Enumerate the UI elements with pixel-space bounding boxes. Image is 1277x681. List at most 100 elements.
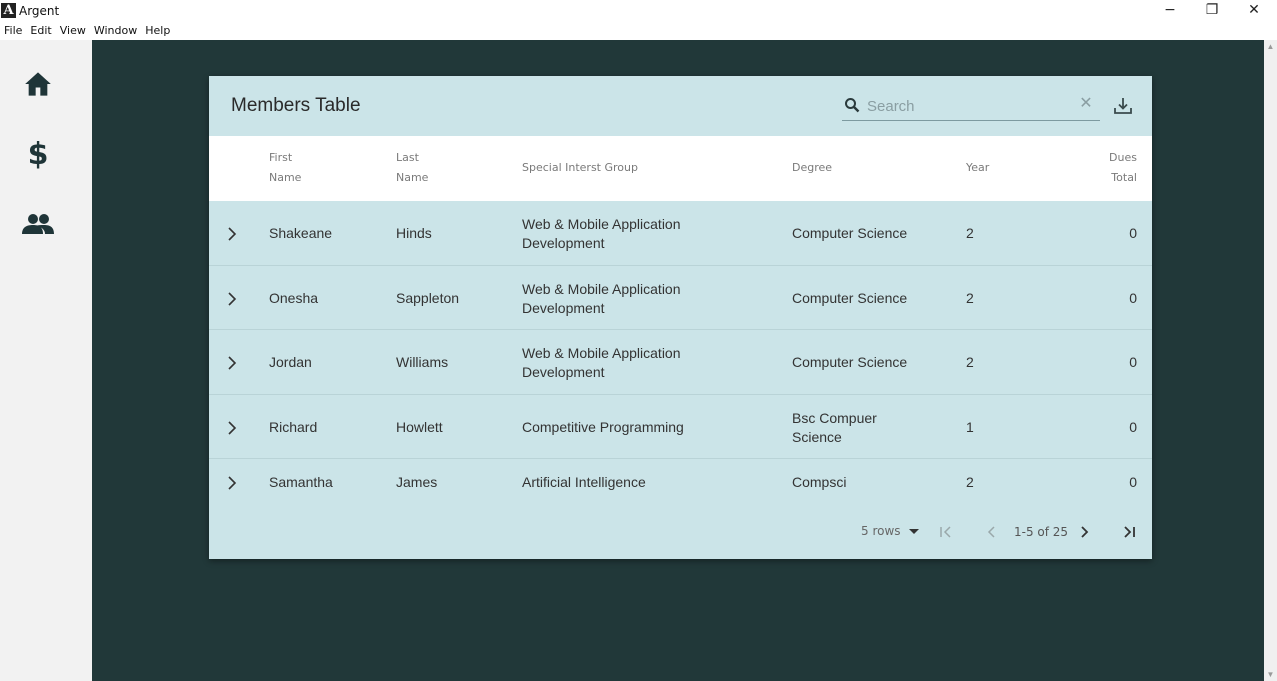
table-row[interactable]: Samantha James Artificial Intelligence C… bbox=[209, 460, 1152, 512]
scroll-up-arrow-icon[interactable]: ▲ bbox=[1264, 42, 1277, 51]
cell-year: 2 bbox=[966, 290, 974, 306]
pagination-bar: 5 rows 1-5 of 25 bbox=[209, 512, 1152, 552]
download-icon[interactable] bbox=[1112, 95, 1134, 117]
vertical-scrollbar[interactable]: ▲ ▼ bbox=[1264, 40, 1277, 681]
chevron-right-icon[interactable] bbox=[224, 420, 240, 436]
first-page-button[interactable] bbox=[934, 520, 958, 544]
cell-text: Science bbox=[792, 429, 842, 445]
cell-text: Web & Mobile Application bbox=[522, 281, 681, 297]
cell-year: 2 bbox=[966, 225, 974, 241]
cell-text: Bsc Compuer bbox=[792, 410, 877, 426]
chevron-left-icon bbox=[987, 526, 995, 538]
col-header-last-name[interactable]: Last Name bbox=[396, 148, 428, 188]
cell-degree: Compsci bbox=[792, 474, 847, 490]
cell-last-name: Williams bbox=[396, 354, 449, 370]
cell-last-name: James bbox=[396, 474, 438, 490]
caret-down-icon bbox=[908, 529, 919, 534]
members-table-card: Members Table ✕ First Name Last Name Spe… bbox=[209, 76, 1152, 559]
cell-last-name: Hinds bbox=[396, 225, 432, 241]
cell-sig: Web & Mobile Application Development bbox=[522, 215, 681, 253]
menu-window[interactable]: Window bbox=[90, 22, 141, 40]
chevron-right-icon[interactable] bbox=[224, 475, 240, 491]
chevron-right-icon[interactable] bbox=[224, 291, 240, 307]
menu-help[interactable]: Help bbox=[141, 22, 174, 40]
cell-dues-total: 0 bbox=[1129, 354, 1137, 370]
cell-degree: Bsc Compuer Science bbox=[792, 409, 877, 447]
col-header-dues-total[interactable]: Dues Total bbox=[1109, 148, 1137, 188]
cell-text: Web & Mobile Application bbox=[522, 345, 681, 361]
table-row[interactable]: Jordan Williams Web & Mobile Application… bbox=[209, 331, 1152, 395]
menu-edit[interactable]: Edit bbox=[26, 22, 55, 40]
cell-text: Web & Mobile Application bbox=[522, 216, 681, 232]
col-header-text: Last bbox=[396, 151, 419, 164]
cell-degree: Computer Science bbox=[792, 354, 908, 370]
cell-text: Development bbox=[522, 235, 605, 251]
first-page-icon bbox=[940, 526, 951, 538]
menu-bar: File Edit View Window Help bbox=[0, 22, 174, 40]
menu-view[interactable]: View bbox=[56, 22, 90, 40]
col-header-text: Name bbox=[396, 171, 429, 184]
cell-text: Development bbox=[522, 300, 605, 316]
table-title: Members Table bbox=[231, 95, 361, 116]
table-header: First Name Last Name Special Interst Gro… bbox=[209, 136, 1152, 201]
search-icon bbox=[845, 98, 860, 113]
col-header-degree[interactable]: Degree bbox=[792, 158, 832, 178]
chevron-right-icon[interactable] bbox=[224, 355, 240, 371]
search-box: ✕ bbox=[842, 93, 1100, 121]
chevron-right-icon bbox=[1081, 526, 1089, 538]
cell-dues-total: 0 bbox=[1129, 290, 1137, 306]
table-row[interactable]: Shakeane Hinds Web & Mobile Application … bbox=[209, 202, 1152, 266]
maximize-button[interactable]: ❐ bbox=[1192, 0, 1232, 22]
col-header-text: Name bbox=[269, 171, 302, 184]
col-header-sig[interactable]: Special Interst Group bbox=[522, 158, 638, 178]
scroll-down-arrow-icon[interactable]: ▼ bbox=[1264, 670, 1277, 679]
clear-search-icon[interactable]: ✕ bbox=[1078, 96, 1094, 112]
home-icon bbox=[25, 72, 51, 96]
col-header-text: Total bbox=[1111, 171, 1137, 184]
page-range-text: 1-5 of 25 bbox=[1014, 525, 1069, 539]
cell-sig: Competitive Programming bbox=[522, 419, 684, 435]
nav-members-button[interactable] bbox=[18, 204, 58, 244]
cell-sig: Web & Mobile Application Development bbox=[522, 280, 681, 318]
cell-first-name: Shakeane bbox=[269, 225, 333, 241]
dollar-icon: $ bbox=[27, 136, 49, 172]
cell-degree: Computer Science bbox=[792, 290, 908, 306]
cell-dues-total: 0 bbox=[1129, 474, 1137, 490]
cell-year: 2 bbox=[966, 474, 974, 490]
cell-first-name: Jordan bbox=[269, 354, 312, 370]
window-title: Argent bbox=[19, 4, 60, 18]
cell-year: 1 bbox=[966, 419, 974, 435]
cell-text: Development bbox=[522, 364, 605, 380]
col-header-year[interactable]: Year bbox=[966, 158, 989, 178]
cell-dues-total: 0 bbox=[1129, 225, 1137, 241]
last-page-button[interactable] bbox=[1117, 520, 1141, 544]
close-window-button[interactable]: ✕ bbox=[1234, 0, 1274, 22]
title-bar: A Argent − ❐ ✕ bbox=[0, 0, 1277, 22]
table-row[interactable]: Richard Howlett Competitive Programming … bbox=[209, 395, 1152, 459]
table-row[interactable]: Onesha Sappleton Web & Mobile Applicatio… bbox=[209, 266, 1152, 330]
cell-last-name: Sappleton bbox=[396, 290, 460, 306]
rows-per-page-select[interactable]: 5 rows bbox=[861, 524, 919, 538]
cell-dues-total: 0 bbox=[1129, 419, 1137, 435]
nav-dues-button[interactable]: $ bbox=[18, 134, 58, 174]
previous-page-button[interactable] bbox=[980, 520, 1004, 544]
minimize-button[interactable]: − bbox=[1150, 0, 1190, 22]
app-logo: A bbox=[1, 3, 16, 18]
menu-file[interactable]: File bbox=[0, 22, 26, 40]
chevron-right-icon[interactable] bbox=[224, 226, 240, 242]
search-input[interactable] bbox=[867, 96, 1067, 116]
cell-first-name: Onesha bbox=[269, 290, 319, 306]
rows-per-page-value: 5 rows bbox=[861, 524, 901, 538]
cell-last-name: Howlett bbox=[396, 419, 443, 435]
cell-degree: Computer Science bbox=[792, 225, 908, 241]
col-header-text: First bbox=[269, 151, 293, 164]
side-nav: $ bbox=[0, 40, 92, 681]
col-header-text: Dues bbox=[1109, 151, 1137, 164]
cell-year: 2 bbox=[966, 354, 974, 370]
col-header-first-name[interactable]: First Name bbox=[269, 148, 301, 188]
cell-sig: Web & Mobile Application Development bbox=[522, 344, 681, 382]
cell-first-name: Richard bbox=[269, 419, 318, 435]
next-page-button[interactable] bbox=[1072, 520, 1096, 544]
nav-home-button[interactable] bbox=[18, 64, 58, 104]
cell-sig: Artificial Intelligence bbox=[522, 474, 646, 490]
